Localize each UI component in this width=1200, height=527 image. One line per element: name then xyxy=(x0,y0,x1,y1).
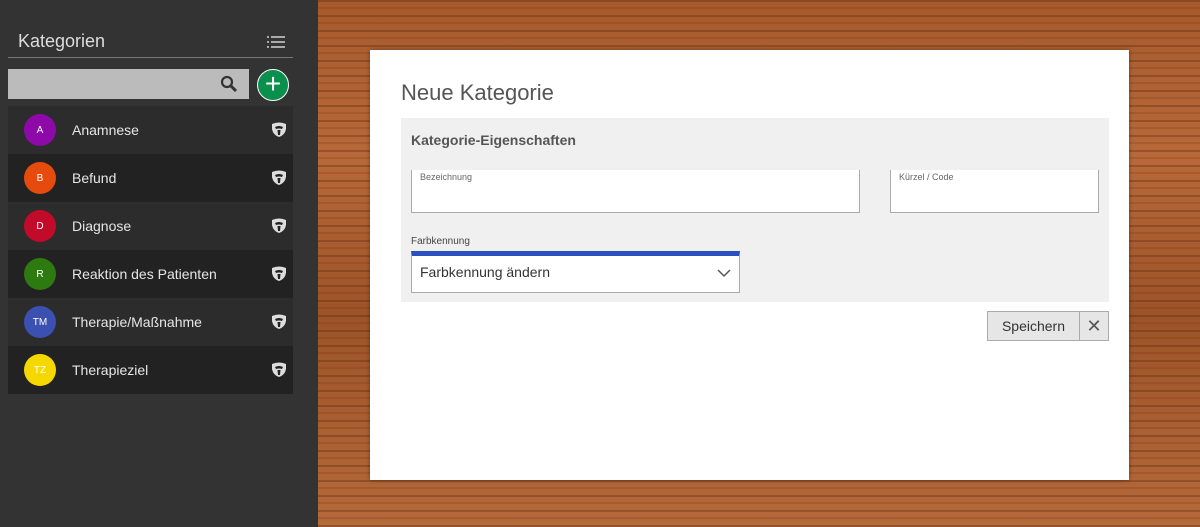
section-title: Kategorie-Eigenschaften xyxy=(411,132,576,148)
list-item[interactable]: B Befund xyxy=(8,154,293,202)
new-category-dialog: Neue Kategorie Kategorie-Eigenschaften B… xyxy=(370,50,1129,480)
avatar: D xyxy=(24,210,56,242)
avatar: A xyxy=(24,114,56,146)
name-field[interactable]: Bezeichnung xyxy=(411,170,860,213)
properties-section: Kategorie-Eigenschaften Bezeichnung Kürz… xyxy=(401,118,1109,302)
list-item-label: Reaktion des Patienten xyxy=(72,266,217,282)
color-select-value: Farbkennung ändern xyxy=(420,264,550,280)
avatar: R xyxy=(24,258,56,290)
list-item-label: Anamnese xyxy=(72,122,139,138)
save-button[interactable]: Speichern xyxy=(987,311,1080,341)
list-item[interactable]: TZ Therapieziel xyxy=(8,346,293,394)
avatar: TZ xyxy=(24,354,56,386)
list-menu-icon[interactable] xyxy=(267,35,285,49)
list-item-label: Therapieziel xyxy=(72,362,149,378)
close-icon[interactable]: ✕ xyxy=(1079,311,1109,341)
shield-icon[interactable] xyxy=(271,170,287,186)
code-label: Kürzel / Code xyxy=(899,172,954,182)
chevron-down-icon xyxy=(717,269,731,278)
shield-icon[interactable] xyxy=(271,122,287,138)
list-item[interactable]: TM Therapie/Maßnahme xyxy=(8,298,293,346)
sidebar-title: Kategorien xyxy=(18,31,106,51)
search-icon[interactable] xyxy=(220,75,238,93)
sidebar: Kategorien + (function(){const d=JSON.pa… xyxy=(0,0,318,527)
shield-icon[interactable] xyxy=(271,362,287,378)
color-select[interactable]: Farbkennung ändern xyxy=(411,251,740,293)
dialog-title: Neue Kategorie xyxy=(401,80,554,105)
add-category-button[interactable]: + xyxy=(257,69,289,101)
color-label: Farbkennung xyxy=(411,236,470,247)
avatar: TM xyxy=(24,306,56,338)
shield-icon[interactable] xyxy=(271,314,287,330)
avatar: B xyxy=(24,162,56,194)
list-item[interactable]: A Anamnese xyxy=(8,106,293,154)
list-item[interactable]: R Reaktion des Patienten xyxy=(8,250,293,298)
shield-icon[interactable] xyxy=(271,266,287,282)
list-item-label: Befund xyxy=(72,170,117,186)
divider xyxy=(8,57,293,58)
list-item-label: Diagnose xyxy=(72,218,132,234)
name-label: Bezeichnung xyxy=(420,172,473,182)
list-item[interactable]: D Diagnose xyxy=(8,202,293,250)
search-input[interactable] xyxy=(8,69,249,99)
shield-icon[interactable] xyxy=(271,218,287,234)
category-list: (function(){const d=JSON.parse(document.… xyxy=(8,106,293,394)
list-item-label: Therapie/Maßnahme xyxy=(72,314,202,330)
code-field[interactable]: Kürzel / Code xyxy=(890,170,1099,213)
